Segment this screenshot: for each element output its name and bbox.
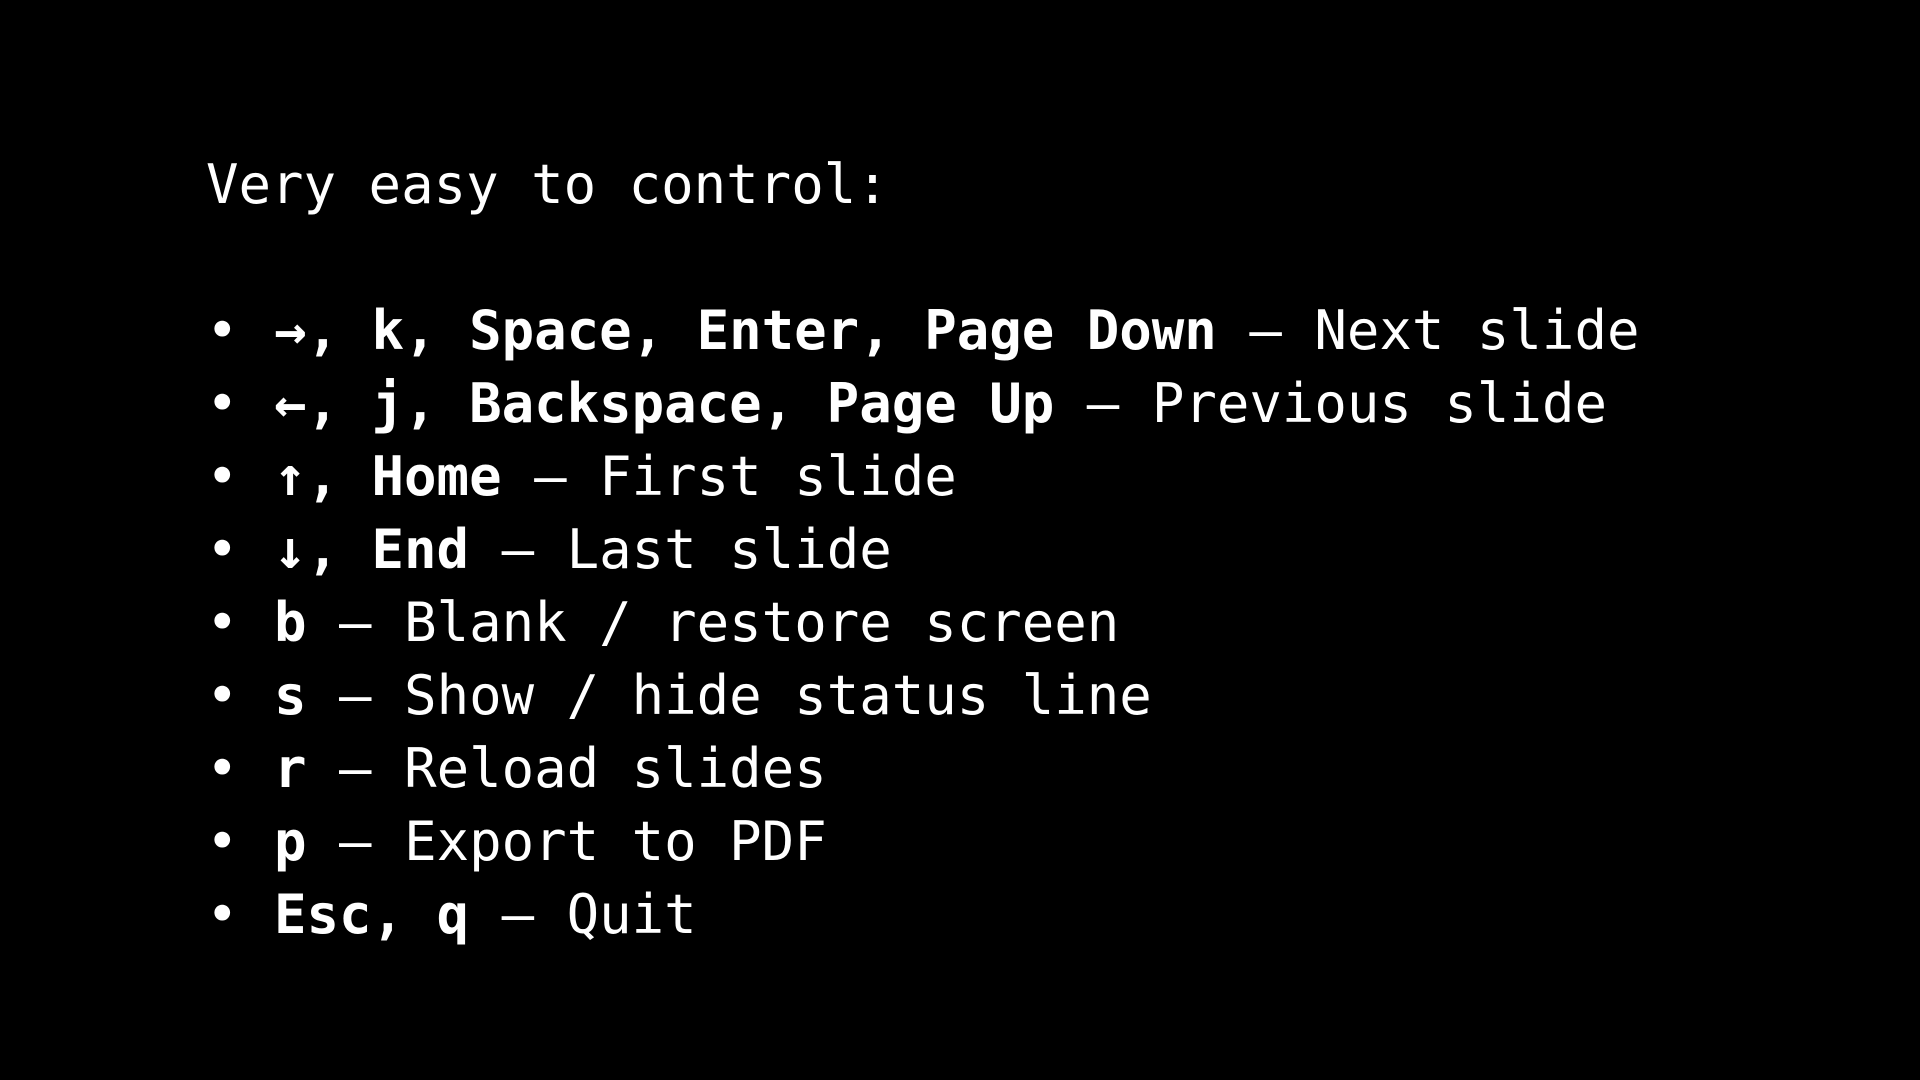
separator-dash: – [306,737,405,800]
bullet-icon: • [206,664,239,727]
shortcut-item-quit: • Esc, q – Quit [206,878,1639,951]
shortcut-item-export-pdf: • p – Export to PDF [206,805,1639,878]
separator-dash: – [306,591,405,654]
shortcut-item-next-slide: • →, k, Space, Enter, Page Down – Next sl… [206,294,1639,367]
shortcut-action: Reload slides [404,737,827,800]
shortcut-action: First slide [599,445,957,508]
separator-dash: – [469,883,567,946]
shortcut-keys: s [274,664,307,727]
shortcut-keys: ←, j, Backspace, Page Up [274,372,1055,435]
shortcut-action: Last slide [566,518,892,581]
bullet-icon: • [206,372,239,435]
bullet-icon: • [206,883,239,946]
separator-dash: – [469,518,567,581]
keyboard-shortcut-list: • →, k, Space, Enter, Page Down – Next sl… [206,294,1639,951]
shortcut-action: Quit [566,883,697,946]
separator-dash: – [1216,299,1315,362]
separator-dash: – [306,664,405,727]
bullet-icon: • [206,299,239,362]
separator-dash: – [501,445,600,508]
shortcut-item-first-slide: • ↑, Home – First slide [206,440,1639,513]
shortcut-keys: ↑, Home [274,445,502,508]
shortcut-keys: p [274,810,307,873]
bullet-icon: • [206,445,239,508]
bullet-icon: • [206,737,239,800]
shortcut-keys: ↓, End [274,518,470,581]
separator-dash: – [306,810,405,873]
presentation-slide: Very easy to control: • →, k, Space, Ente… [0,0,1920,1080]
shortcut-keys: r [274,737,307,800]
slide-intro-text: Very easy to control: [206,153,889,216]
separator-dash: – [1054,372,1152,435]
shortcut-action: Show / hide status line [404,664,1152,727]
shortcut-item-previous-slide: • ←, j, Backspace, Page Up – Previous sli… [206,367,1639,440]
shortcut-item-blank-screen: • b – Blank / restore screen [206,586,1639,659]
shortcut-item-status-line: • s – Show / hide status line [206,659,1639,732]
shortcut-item-last-slide: • ↓, End – Last slide [206,513,1639,586]
shortcut-keys: →, k, Space, Enter, Page Down [274,299,1217,362]
shortcut-keys: b [274,591,307,654]
bullet-icon: • [206,518,239,581]
shortcut-keys: Esc, q [274,883,470,946]
shortcut-action: Blank / restore screen [404,591,1120,654]
shortcut-action: Export to PDF [404,810,827,873]
shortcut-action: Next slide [1314,299,1640,362]
shortcut-item-reload: • r – Reload slides [206,732,1639,805]
bullet-icon: • [206,591,239,654]
shortcut-action: Previous slide [1151,372,1607,435]
bullet-icon: • [206,810,239,873]
